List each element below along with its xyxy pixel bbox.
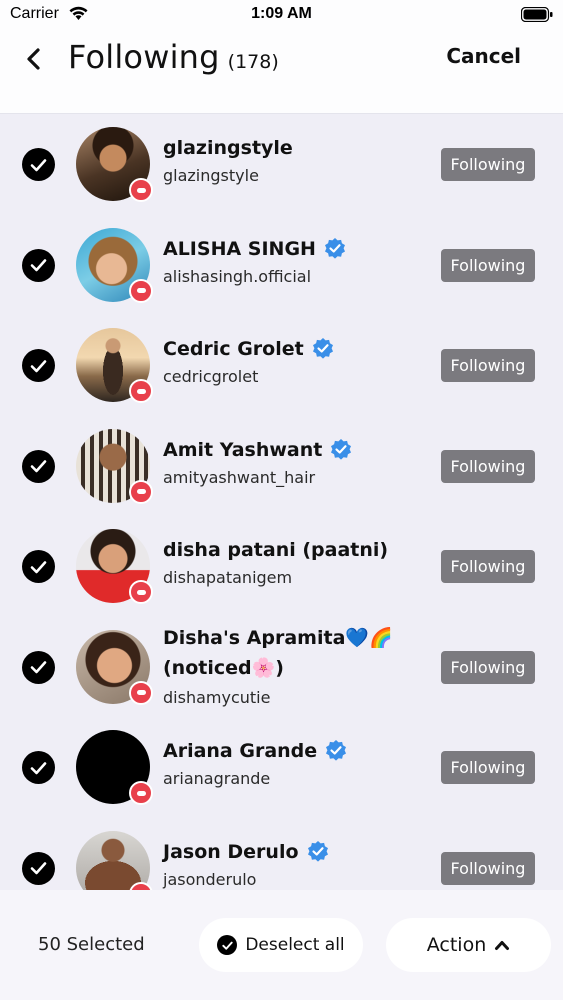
list-item[interactable]: disha patani (paatni) dishapatanigem Fol… (0, 516, 563, 617)
verified-badge-icon (331, 438, 352, 460)
action-label: Action (426, 934, 487, 956)
account-handle: alishasingh.official (163, 266, 312, 286)
avatar[interactable] (76, 127, 153, 203)
checkmark-icon (30, 158, 47, 172)
live-badge-icon (129, 680, 153, 705)
following-button[interactable]: Following (441, 449, 535, 483)
following-count: (178) (227, 51, 279, 73)
checkmark-icon (30, 359, 47, 373)
selection-checkbox[interactable] (22, 449, 55, 483)
avatar[interactable] (76, 529, 153, 605)
clock: 1:09 AM (251, 5, 312, 22)
avatar[interactable] (76, 629, 153, 705)
list-item[interactable]: glazingstyle glazingstyle Following (0, 114, 563, 215)
following-button[interactable]: Following (441, 248, 535, 282)
following-button[interactable]: Following (441, 148, 535, 182)
checkmark-icon (30, 560, 47, 574)
live-badge-icon (129, 479, 153, 504)
account-name: ALISHA SINGH (163, 237, 316, 260)
account-name: Disha's Apramita💙🌈 (163, 626, 393, 649)
account-name: Amit Yashwant (163, 438, 323, 461)
chevron-up-icon (495, 941, 510, 950)
list-item[interactable]: Jason Derulo jasonderulo Following (0, 818, 563, 890)
account-name-continued: (noticed🌸) (163, 656, 284, 679)
selected-count: 50 Selected (38, 934, 145, 955)
action-button[interactable]: Action (386, 918, 551, 972)
status-bar: Carrier 1:09 AM (0, 0, 563, 30)
account-handle: cedricgrolet (163, 367, 259, 387)
header: Following (178) Cancel (0, 30, 563, 114)
avatar[interactable] (76, 730, 153, 806)
cancel-button[interactable]: Cancel (446, 44, 521, 68)
checkmark-icon (30, 761, 47, 775)
live-badge-icon (129, 881, 153, 890)
selection-checkbox[interactable] (22, 248, 55, 282)
account-info: Disha's Apramita💙🌈 (noticed🌸) dishamycut… (163, 623, 428, 708)
account-info: ALISHA SINGH alishasingh.official (163, 236, 428, 287)
list-item[interactable]: Disha's Apramita💙🌈 (noticed🌸) dishamycut… (0, 617, 563, 718)
verified-badge-icon (312, 338, 333, 359)
battery-icon (521, 7, 553, 22)
deselect-all-button[interactable]: Deselect all (199, 918, 363, 972)
verified-badge-icon (307, 840, 328, 862)
chevron-left-icon (27, 48, 40, 70)
selection-checkbox[interactable] (22, 550, 55, 584)
live-badge-icon (129, 379, 153, 404)
account-info: disha patani (paatni) dishapatanigem (163, 537, 428, 588)
list-item[interactable]: Ariana Grande arianagrande Following (0, 717, 563, 818)
account-info: Ariana Grande arianagrande (163, 738, 428, 789)
list-item[interactable]: ALISHA SINGH alishasingh.official Follow… (0, 215, 563, 316)
account-info: glazingstyle glazingstyle (163, 135, 428, 186)
deselect-all-label: Deselect all (245, 935, 345, 955)
account-name: Jason Derulo (163, 840, 299, 863)
account-handle: dishapatanigem (163, 568, 293, 588)
following-button[interactable]: Following (441, 349, 535, 383)
avatar[interactable] (76, 428, 153, 504)
verified-badge-icon (326, 740, 347, 761)
checkmark-icon (30, 661, 47, 674)
account-handle: jasonderulo (163, 869, 257, 889)
checkmark-icon (30, 460, 47, 473)
avatar[interactable] (76, 227, 153, 303)
live-badge-icon (129, 178, 153, 203)
checkmark-icon (217, 935, 238, 955)
selection-checkbox[interactable] (22, 751, 55, 785)
live-badge-icon (129, 781, 153, 806)
following-button[interactable]: Following (441, 650, 535, 684)
account-name: glazingstyle (163, 137, 293, 160)
list-item[interactable]: Amit Yashwant amityashwant_hair Followin… (0, 416, 563, 517)
list-item[interactable]: Cedric Grolet cedricgrolet Following (0, 315, 563, 416)
bottom-action-bar: 50 Selected Deselect all Action (0, 890, 563, 1000)
following-button[interactable]: Following (441, 550, 535, 584)
account-name: Ariana Grande (163, 740, 318, 763)
account-name: disha patani (paatni) (163, 539, 389, 562)
avatar[interactable] (76, 830, 153, 890)
selection-checkbox[interactable] (22, 650, 55, 684)
live-badge-icon (129, 278, 153, 303)
account-handle: dishamycutie (163, 687, 271, 707)
account-handle: arianagrande (163, 769, 271, 789)
account-info: Cedric Grolet cedricgrolet (163, 336, 428, 387)
account-handle: glazingstyle (163, 166, 259, 186)
verified-badge-icon (324, 237, 345, 259)
account-name: Cedric Grolet (163, 338, 304, 361)
following-list[interactable]: glazingstyle glazingstyle Following ALIS… (0, 114, 563, 890)
title-group: Following (178) (68, 38, 279, 76)
following-button[interactable]: Following (441, 851, 535, 885)
selection-checkbox[interactable] (22, 148, 55, 182)
following-button[interactable]: Following (441, 751, 535, 785)
checkmark-icon (30, 259, 47, 272)
page-title: Following (68, 38, 220, 76)
selection-checkbox[interactable] (22, 851, 55, 885)
account-info: Jason Derulo jasonderulo (163, 839, 428, 890)
back-button[interactable] (22, 44, 48, 74)
account-handle: amityashwant_hair (163, 467, 316, 487)
account-info: Amit Yashwant amityashwant_hair (163, 437, 428, 488)
checkmark-icon (30, 862, 47, 875)
avatar[interactable] (76, 328, 153, 404)
selection-checkbox[interactable] (22, 349, 55, 383)
live-badge-icon (129, 580, 153, 605)
